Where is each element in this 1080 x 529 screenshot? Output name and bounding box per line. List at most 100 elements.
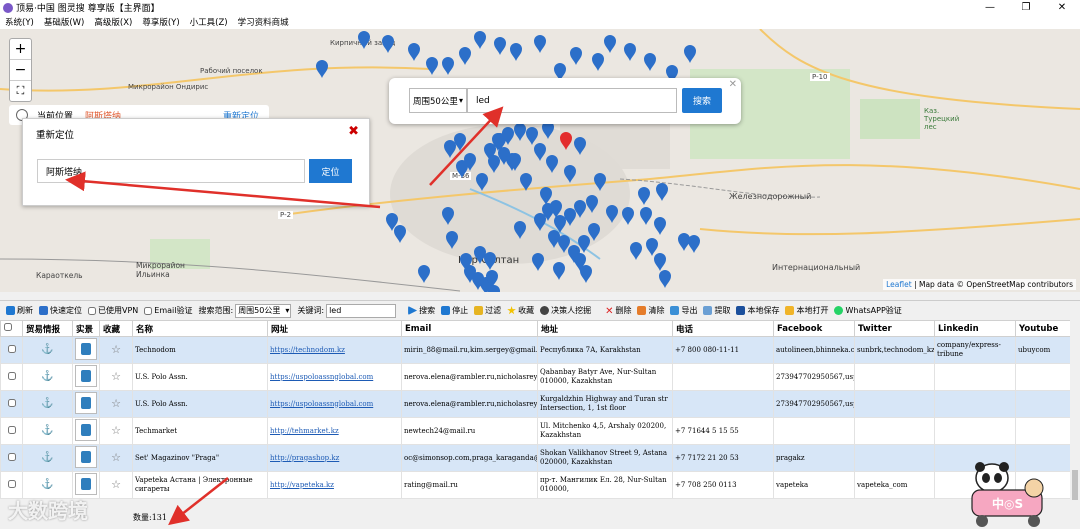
column-header[interactable]: 电话	[672, 320, 774, 337]
column-header[interactable]: Email	[401, 320, 538, 337]
table-scrollbar[interactable]	[1070, 320, 1080, 509]
delete-button[interactable]: ✕ 删除	[605, 305, 631, 317]
clear-button[interactable]: 清除	[637, 305, 664, 316]
url-cell[interactable]: https://uspoloassnglobal.com	[267, 390, 402, 418]
extract-button[interactable]: 提取	[703, 305, 730, 316]
url-cell[interactable]: https://uspoloassnglobal.com	[267, 363, 402, 391]
menu-advanced[interactable]: 高级版(X)	[94, 16, 132, 28]
menu-premium[interactable]: 尊享版(Y)	[142, 16, 179, 28]
facebook-cell: autolineen,bhinneka.com,businesstoday,d	[773, 336, 855, 364]
address-cell: Kurgaldzhin Highway and Turan str Inters…	[537, 390, 673, 418]
favorite-star-icon[interactable]: ☆	[99, 417, 133, 445]
url-cell[interactable]: http://pragashop.kz	[267, 444, 402, 472]
leaflet-link[interactable]: Leaflet	[886, 280, 912, 289]
keyword-input[interactable]	[467, 88, 677, 113]
fullscreen-button[interactable]: ⛶	[10, 81, 31, 101]
scrollbar-thumb[interactable]	[1072, 470, 1078, 500]
zoom-out-button[interactable]: −	[10, 60, 31, 81]
favorite-star-icon[interactable]: ☆	[99, 471, 133, 499]
row-checkbox[interactable]	[0, 390, 23, 418]
email-verify-checkbox[interactable]: Email验证	[144, 305, 192, 316]
street-view-icon[interactable]	[72, 363, 100, 391]
row-checkbox[interactable]	[0, 417, 23, 445]
table-header: 贸易情报 实景 收藏 名称 网址 Email 地址 电话 Facebook Tw…	[0, 320, 1071, 337]
column-header[interactable]: Twitter	[854, 320, 935, 337]
export-button[interactable]: 导出	[670, 305, 697, 316]
vpn-checkbox[interactable]: 已使用VPN	[88, 305, 138, 316]
street-view-icon[interactable]	[72, 417, 100, 445]
row-checkbox[interactable]	[0, 363, 23, 391]
title-bar: 顶易·中国 图灵搜 尊享版【主界面】 — ❐ ✕	[0, 0, 1080, 15]
name-cell: U.S. Polo Assn.	[132, 363, 268, 391]
close-icon[interactable]: ✕	[1044, 0, 1080, 15]
map-view[interactable]: Нур-Султан Железнодорожный Интернационал…	[0, 29, 1080, 292]
keyword-field[interactable]: 关键词: led	[297, 303, 397, 318]
column-header[interactable]: 地址	[537, 320, 673, 337]
maximize-icon[interactable]: ❐	[1008, 0, 1044, 15]
column-header[interactable]: Linkedin	[934, 320, 1016, 337]
table-row[interactable]: ⚓ ☆ Techmarket http://tehmarket.kz newtech24…	[0, 417, 1071, 445]
favorite-star-icon[interactable]: ☆	[99, 444, 133, 472]
select-all-checkbox[interactable]	[0, 320, 23, 337]
minimize-icon[interactable]: —	[972, 0, 1008, 15]
column-header[interactable]: 网址	[267, 320, 402, 337]
favorite-star-icon[interactable]: ☆	[99, 390, 133, 418]
column-header[interactable]: Youtube	[1015, 320, 1071, 337]
quick-locate-button[interactable]: 快速定位	[39, 305, 82, 316]
stop-button[interactable]: 停止	[441, 305, 468, 316]
refresh-button[interactable]: 刷新	[6, 305, 33, 316]
url-cell[interactable]: http://tehmarket.kz	[267, 417, 402, 445]
address-cell: пр-т. Мангилик Ел. 28, Nur-Sultan 010000…	[537, 471, 673, 499]
twitter-cell	[854, 390, 935, 418]
filter-button[interactable]: 过滤	[474, 305, 501, 316]
range-select[interactable]: 周围50公里	[409, 88, 467, 113]
save-local-button[interactable]: 本地保存	[736, 305, 779, 316]
search-button[interactable]: 搜索	[408, 305, 435, 316]
column-header[interactable]: Facebook	[773, 320, 855, 337]
favorite-star-icon[interactable]: ☆	[99, 363, 133, 391]
map-marker	[514, 221, 526, 239]
trade-intel-icon[interactable]: ⚓	[22, 363, 73, 391]
column-header[interactable]: 名称	[132, 320, 268, 337]
relocate-input[interactable]	[37, 159, 305, 183]
menu-basic[interactable]: 基础版(W)	[44, 16, 85, 28]
row-checkbox[interactable]	[0, 444, 23, 472]
trade-intel-icon[interactable]: ⚓	[22, 444, 73, 472]
trade-intel-icon[interactable]: ⚓	[22, 390, 73, 418]
zoom-in-button[interactable]: +	[10, 39, 31, 60]
table-row[interactable]: ⚓ ☆ Vapeteka Астана | Электронные сигареты…	[0, 471, 1071, 499]
menu-system[interactable]: 系统(Y)	[5, 16, 34, 28]
close-icon[interactable]: ✕	[729, 79, 737, 90]
menu-learning-store[interactable]: 学习资料商城	[238, 16, 289, 28]
close-icon[interactable]: ✖	[348, 124, 359, 139]
favorite-button[interactable]: 收藏	[507, 305, 534, 316]
locate-button[interactable]: 定位	[309, 159, 352, 183]
panda-mascot-sticker: 中◎S	[971, 462, 1044, 527]
table-row[interactable]: ⚓ ☆ Technodom https://technodom.kz mirin_88@…	[0, 336, 1071, 364]
map-marker	[514, 123, 526, 141]
street-view-icon[interactable]	[72, 390, 100, 418]
map-marker	[624, 43, 636, 61]
street-view-icon[interactable]	[72, 444, 100, 472]
column-header[interactable]: 实景	[72, 320, 100, 337]
search-button[interactable]: 搜索	[682, 88, 722, 113]
street-view-icon[interactable]	[72, 336, 100, 364]
map-attribution: Leaflet | Map data © OpenStreetMap contr…	[883, 279, 1076, 290]
open-local-button[interactable]: 本地打开	[785, 305, 828, 316]
row-checkbox[interactable]	[0, 336, 23, 364]
trade-intel-icon[interactable]: ⚓	[22, 336, 73, 364]
decision-maker-button[interactable]: 决策人挖掘	[540, 305, 591, 316]
menu-tools[interactable]: 小工具(Z)	[190, 16, 228, 28]
table-row[interactable]: ⚓ ☆ U.S. Polo Assn. https://uspoloassngloba…	[0, 363, 1071, 391]
range-select[interactable]: 搜索范围: 周围50公里	[198, 303, 292, 318]
column-header[interactable]: 贸易情报	[22, 320, 73, 337]
whatsapp-verify-button[interactable]: WhatsAPP验证	[834, 305, 902, 316]
url-cell[interactable]: https://technodom.kz	[267, 336, 402, 364]
url-cell[interactable]: http://vapeteka.kz	[267, 471, 402, 499]
table-row[interactable]: ⚓ ☆ U.S. Polo Assn. https://uspoloassngloba…	[0, 390, 1071, 418]
facebook-cell: vapeteka	[773, 471, 855, 499]
table-row[interactable]: ⚓ ☆ Set' Magazinov "Praga" http://pragashop…	[0, 444, 1071, 472]
favorite-star-icon[interactable]: ☆	[99, 336, 133, 364]
trade-intel-icon[interactable]: ⚓	[22, 417, 73, 445]
column-header[interactable]: 收藏	[99, 320, 133, 337]
